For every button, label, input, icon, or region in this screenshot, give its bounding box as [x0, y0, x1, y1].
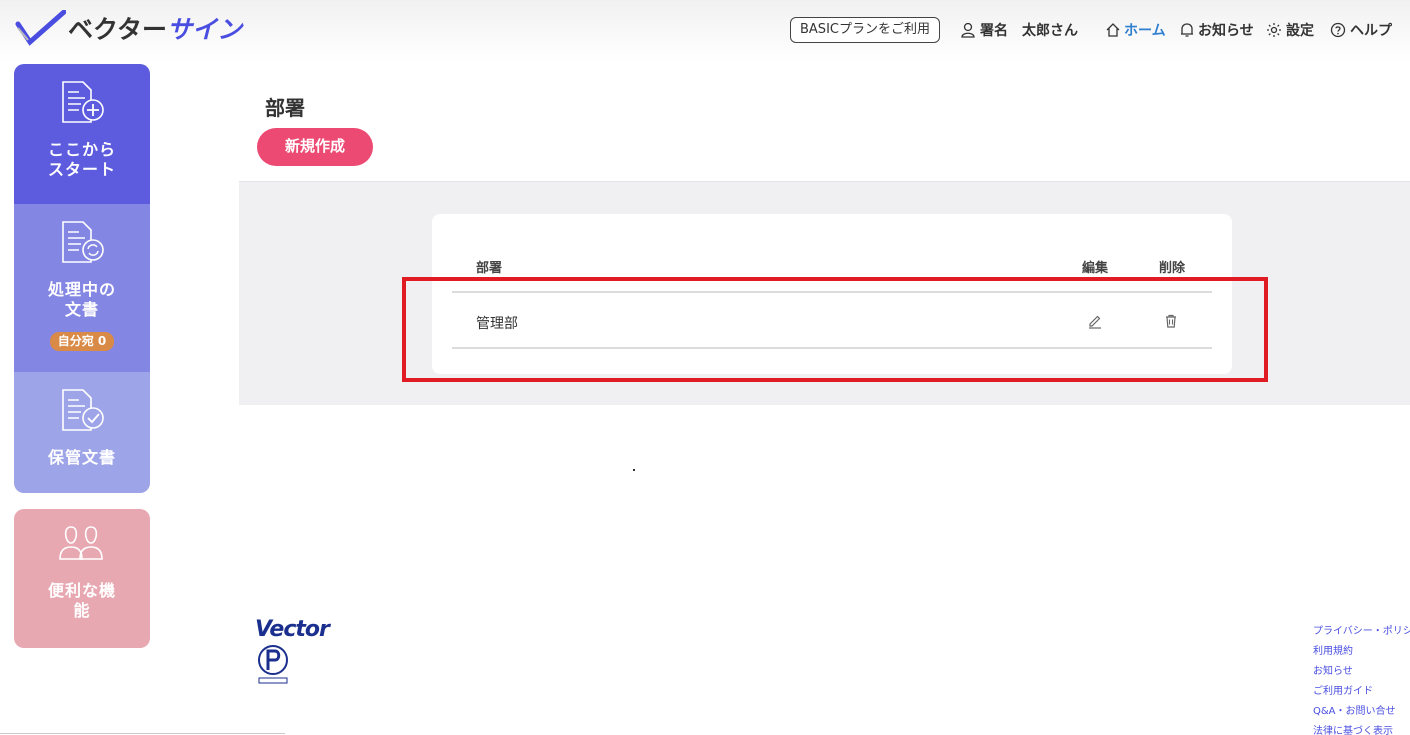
logo-text: ベクターサイン: [68, 15, 243, 44]
bell-icon: [1180, 22, 1194, 38]
nav-help[interactable]: ヘルプ: [1330, 19, 1392, 41]
nav-settings[interactable]: 設定: [1266, 19, 1314, 41]
stray-dot: [633, 469, 635, 471]
sidebar-item-stored[interactable]: 保管文書: [14, 372, 150, 493]
document-sync-icon: [57, 218, 107, 272]
plan-badge: BASICプランをご利用: [790, 17, 940, 43]
nav-home[interactable]: ホーム: [1106, 19, 1166, 41]
sidebar-features-line2: 能: [73, 601, 91, 620]
nav-notice[interactable]: お知らせ: [1180, 19, 1254, 41]
column-header-edit: 編集: [1082, 261, 1109, 276]
footer-links: プライバシー・ポリシー 利用規約 お知らせ ご利用ガイド Q&A・お問い合せ 法…: [1313, 622, 1410, 735]
sidebar-stored-label: 保管文書: [47, 448, 116, 467]
users-icon: [57, 521, 107, 569]
logo-check-icon: [15, 10, 66, 46]
nav-home-label: ホーム: [1124, 23, 1166, 39]
footer-link-privacy[interactable]: プライバシー・ポリシー: [1313, 622, 1410, 642]
document-check-icon: [57, 386, 107, 440]
footer-link-legal[interactable]: 法律に基づく表示: [1313, 722, 1410, 735]
highlight-box: [402, 277, 1268, 382]
document-add-icon: [57, 78, 107, 132]
nav-settings-label: 設定: [1286, 23, 1314, 39]
privacy-mark-icon: [256, 643, 290, 689]
sidebar-start-line2: スタート: [47, 160, 116, 179]
sidebar-processing-line2: 文書: [64, 300, 99, 319]
sidebar-item-start[interactable]: ここから スタート: [14, 64, 150, 204]
question-icon: [1330, 22, 1346, 38]
page-title: 部署: [265, 96, 305, 120]
sidebar-start-line1: ここから: [47, 140, 116, 159]
bottom-divider: [0, 733, 285, 734]
gear-icon: [1266, 22, 1282, 38]
user-name: 署名 太郎さん: [980, 23, 1078, 39]
sidebar-item-features[interactable]: 便利な機 能: [14, 509, 150, 648]
sidebar-main: ここから スタート 処理中の 文書 自分宛 0 保管文書: [14, 64, 150, 493]
home-icon: [1106, 23, 1120, 37]
nav-help-label: ヘルプ: [1350, 23, 1392, 39]
user-menu[interactable]: 署名 太郎さん: [960, 19, 1078, 41]
sidebar-features-line1: 便利な機: [47, 581, 116, 600]
nav-notice-label: お知らせ: [1198, 23, 1254, 39]
footer-link-guide[interactable]: ご利用ガイド: [1313, 682, 1410, 702]
user-icon: [960, 22, 976, 38]
sidebar-processing-line1: 処理中の: [47, 280, 116, 299]
new-button[interactable]: 新規作成: [257, 128, 373, 166]
footer-link-faq[interactable]: Q&A・お問い合せ: [1313, 702, 1410, 722]
column-header-delete: 削除: [1159, 261, 1186, 276]
sidebar-item-processing[interactable]: 処理中の 文書 自分宛 0: [14, 204, 150, 372]
app-logo[interactable]: ベクターサイン: [14, 6, 242, 50]
to-me-count-badge: 自分宛 0: [49, 332, 115, 351]
footer-link-news[interactable]: お知らせ: [1313, 662, 1410, 682]
vector-logo[interactable]: Vector: [255, 617, 330, 642]
top-header: ベクターサイン BASICプランをご利用 署名 太郎さん ホーム お知らせ 設定…: [0, 0, 1410, 62]
column-header-dept: 部署: [476, 261, 503, 276]
footer-link-terms[interactable]: 利用規約: [1313, 642, 1410, 662]
